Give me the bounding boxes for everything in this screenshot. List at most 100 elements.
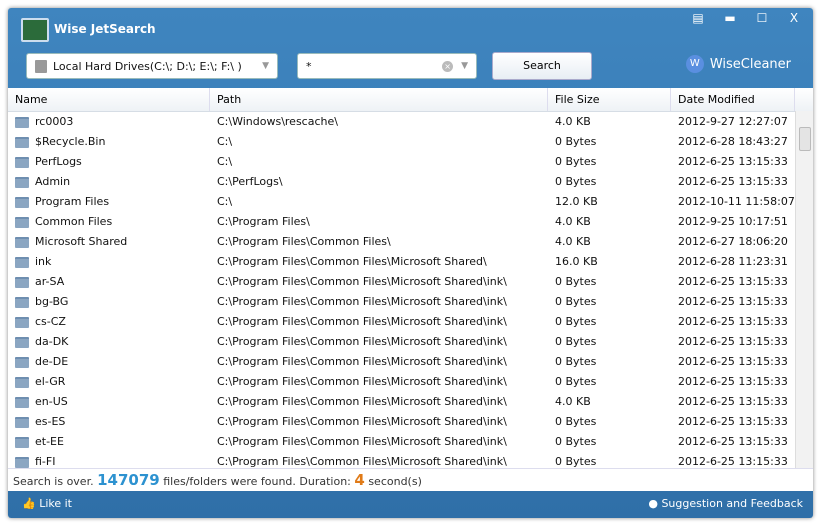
folder-icon xyxy=(15,196,29,208)
cell-path: C:\ xyxy=(210,152,548,172)
cell-text: C:\Program Files\Common Files\Microsoft … xyxy=(217,375,507,388)
cell-text: 2012-6-28 18:43:27 xyxy=(678,135,788,148)
table-row[interactable]: et-EE C:\Program Files\Common Files\Micro… xyxy=(8,432,813,452)
col-size[interactable]: File Size xyxy=(548,88,671,111)
cell-path: C:\Program Files\Common Files\Microsoft … xyxy=(210,252,548,272)
folder-icon xyxy=(15,316,29,328)
table-row[interactable]: PerfLogs C:\ 0 Bytes 2012-6-25 13:15:33 xyxy=(8,152,813,172)
cell-text: 0 Bytes xyxy=(555,155,597,168)
list-header: Name Path File Size Date Modified xyxy=(8,88,813,112)
table-row[interactable]: de-DE C:\Program Files\Common Files\Micro… xyxy=(8,352,813,372)
feedback-link[interactable]: ● Suggestion and Feedback xyxy=(648,497,803,510)
col-name[interactable]: Name xyxy=(8,88,210,111)
cell-date: 2012-6-25 13:15:33 xyxy=(671,432,795,452)
cell-path: C:\Program Files\Common Files\Microsoft … xyxy=(210,312,548,332)
drive-icon xyxy=(35,59,47,73)
status-mid: files/folders were found. Duration: xyxy=(163,475,351,488)
scrollbar-thumb[interactable] xyxy=(799,127,811,151)
table-row[interactable]: bg-BG C:\Program Files\Common Files\Micro… xyxy=(8,292,813,312)
table-row[interactable]: es-ES C:\Program Files\Common Files\Micro… xyxy=(8,412,813,432)
table-row[interactable]: el-GR C:\Program Files\Common Files\Micro… xyxy=(8,372,813,392)
chevron-down-icon[interactable]: ▼ xyxy=(461,61,468,71)
cell-text: 2012-6-25 13:15:33 xyxy=(678,435,788,448)
cell-text: 2012-6-25 13:15:33 xyxy=(678,415,788,428)
app-window: Wise JetSearch ▤ ▬ ☐ X Local Hard Drives… xyxy=(8,8,813,518)
col-path[interactable]: Path xyxy=(210,88,548,111)
cell-text: $Recycle.Bin xyxy=(35,135,106,148)
cell-size: 0 Bytes xyxy=(548,272,671,292)
cell-text: C:\ xyxy=(217,195,233,208)
search-input[interactable]: * × ▼ xyxy=(297,53,477,79)
cell-path: C:\Program Files\Common Files\Microsoft … xyxy=(210,372,548,392)
cell-text: 0 Bytes xyxy=(555,455,597,468)
table-row[interactable]: cs-CZ C:\Program Files\Common Files\Micro… xyxy=(8,312,813,332)
cell-date: 2012-9-27 12:27:07 xyxy=(671,112,795,132)
cell-size: 0 Bytes xyxy=(548,172,671,192)
cell-date: 2012-9-25 10:17:51 xyxy=(671,212,795,232)
table-row[interactable]: ar-SA C:\Program Files\Common Files\Micro… xyxy=(8,272,813,292)
cell-text: 2012-6-27 18:06:20 xyxy=(678,235,788,248)
cell-name: ink xyxy=(8,252,210,272)
cell-date: 2012-6-25 13:15:33 xyxy=(671,412,795,432)
cell-text: 2012-6-28 11:23:31 xyxy=(678,255,788,268)
cell-size: 4.0 KB xyxy=(548,232,671,252)
brand[interactable]: W WiseCleaner xyxy=(685,55,791,73)
table-row[interactable]: rc0003 C:\Windows\rescache\ 4.0 KB 2012-9-2… xyxy=(8,112,813,132)
folder-icon xyxy=(15,356,29,368)
col-date[interactable]: Date Modified xyxy=(671,88,795,111)
cell-text: PerfLogs xyxy=(35,155,82,168)
cell-name: Program Files xyxy=(8,192,210,212)
cell-size: 0 Bytes xyxy=(548,412,671,432)
maximize-icon[interactable]: ☐ xyxy=(753,11,771,25)
cell-text: Microsoft Shared xyxy=(35,235,128,248)
table-row[interactable]: Program Files C:\ 12.0 KB 2012-10-11 11:58:… xyxy=(8,192,813,212)
like-button[interactable]: 👍 Like it xyxy=(22,497,72,510)
status-prefix: Search is over. xyxy=(13,475,94,488)
table-row[interactable]: en-US C:\Program Files\Common Files\Micro… xyxy=(8,392,813,412)
cell-name: et-EE xyxy=(8,432,210,452)
cell-text: 2012-6-25 13:15:33 xyxy=(678,175,788,188)
cell-text: rc0003 xyxy=(35,115,74,128)
cell-size: 0 Bytes xyxy=(548,432,671,452)
clear-icon[interactable]: × xyxy=(442,60,454,72)
table-row[interactable]: Common Files C:\Program Files\ 4.0 KB 2012-… xyxy=(8,212,813,232)
cell-date: 2012-6-25 13:15:33 xyxy=(671,152,795,172)
menu-icon[interactable]: ▤ xyxy=(689,11,707,25)
cell-path: C:\Program Files\Common Files\Microsoft … xyxy=(210,412,548,432)
results-list: Name Path File Size Date Modified rc0003… xyxy=(8,88,813,468)
table-row[interactable]: ink C:\Program Files\Common Files\Microso… xyxy=(8,252,813,272)
table-row[interactable]: Admin C:\PerfLogs\ 0 Bytes 2012-6-25 13:15:… xyxy=(8,172,813,192)
cell-path: C:\ xyxy=(210,132,548,152)
cell-text: 0 Bytes xyxy=(555,375,597,388)
cell-text: Common Files xyxy=(35,215,113,228)
cell-name: es-ES xyxy=(8,412,210,432)
close-icon[interactable]: X xyxy=(785,11,803,25)
table-row[interactable]: $Recycle.Bin C:\ 0 Bytes 2012-6-28 18:43:27 xyxy=(8,132,813,152)
cell-path: C:\Program Files\Common Files\Microsoft … xyxy=(210,392,548,412)
folder-icon xyxy=(15,176,29,188)
chevron-down-icon[interactable]: ▼ xyxy=(262,61,269,71)
cell-name: Microsoft Shared xyxy=(8,232,210,252)
cell-text: 0 Bytes xyxy=(555,135,597,148)
cell-text: 0 Bytes xyxy=(555,315,597,328)
cell-text: C:\Program Files\Common Files\ xyxy=(217,235,391,248)
cell-text: en-US xyxy=(35,395,68,408)
drive-value: Local Hard Drives(C:\; D:\; E:\; F:\ ) xyxy=(53,59,242,73)
cell-text: 0 Bytes xyxy=(555,355,597,368)
search-button[interactable]: Search xyxy=(492,52,592,80)
cell-size: 4.0 KB xyxy=(548,112,671,132)
cell-text: 2012-6-25 13:15:33 xyxy=(678,155,788,168)
app-title: Wise JetSearch xyxy=(54,22,156,36)
table-row[interactable]: da-DK C:\Program Files\Common Files\Micro… xyxy=(8,332,813,352)
scrollbar[interactable] xyxy=(795,111,813,468)
minimize-icon[interactable]: ▬ xyxy=(721,11,739,25)
cell-text: C:\PerfLogs\ xyxy=(217,175,283,188)
drive-select[interactable]: Local Hard Drives(C:\; D:\; E:\; F:\ ) ▼ xyxy=(26,53,278,79)
folder-icon xyxy=(15,396,29,408)
duration-value: 4 xyxy=(354,471,365,489)
cell-path: C:\PerfLogs\ xyxy=(210,172,548,192)
cell-text: C:\Program Files\Common Files\Microsoft … xyxy=(217,315,507,328)
cell-name: PerfLogs xyxy=(8,152,210,172)
table-row[interactable]: Microsoft Shared C:\Program Files\Common … xyxy=(8,232,813,252)
cell-text: et-EE xyxy=(35,435,64,448)
